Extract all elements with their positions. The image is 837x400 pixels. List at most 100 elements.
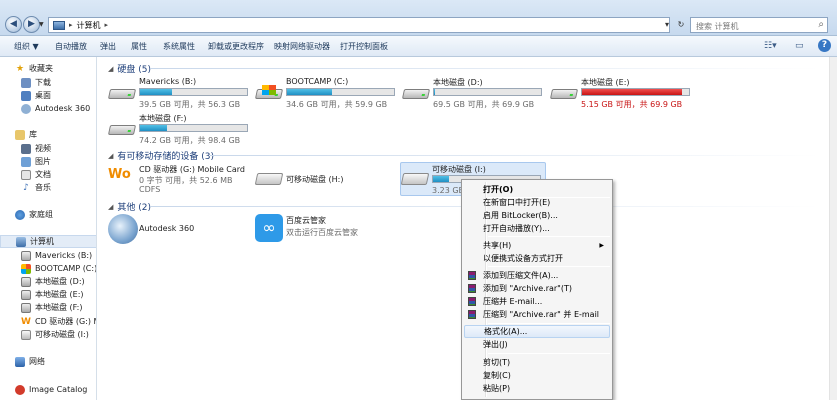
refresh-icon[interactable]: ↻	[674, 17, 688, 33]
drive-g-cd[interactable]: Wo CD 驱动器 (G:) Mobile Card 0 字节 可用，共 52.…	[108, 163, 253, 197]
windows-drive-icon	[254, 85, 284, 100]
computer-icon	[53, 20, 65, 30]
capacity-fill	[140, 125, 167, 131]
drive-e[interactable]: 本地磁盘 (E:) 5.15 GB 可用，共 69.9 GB	[549, 76, 695, 112]
hard-drive-icon	[107, 85, 137, 100]
nav-drive-e[interactable]: 本地磁盘 (E:)	[0, 288, 96, 301]
chevron-right-icon[interactable]: ▸	[69, 21, 73, 29]
group-divider	[210, 155, 820, 156]
address-field[interactable]: ▸ 计算机 ▸	[48, 17, 670, 33]
nav-videos[interactable]: 视频	[0, 142, 96, 155]
group-header-other[interactable]: ◢ 其他 (2)	[108, 200, 151, 214]
drive-b[interactable]: Mavericks (B:) 39.5 GB 可用，共 56.3 GB	[107, 76, 253, 112]
nav-image-catalog[interactable]: Image Catalog	[0, 383, 96, 396]
drive-c[interactable]: BOOTCAMP (C:) 34.6 GB 可用，共 59.9 GB	[254, 76, 400, 112]
menu-open-as-portable[interactable]: 以便携式设备方式打开	[464, 252, 610, 265]
search-icon[interactable]: ⌕	[818, 19, 824, 30]
menu-paste[interactable]: 粘贴(P)	[464, 382, 610, 395]
capacity-bar	[433, 88, 542, 96]
capacity-fill	[140, 89, 173, 95]
hard-drive-icon	[107, 121, 137, 136]
nav-drive-g[interactable]: WCD 驱动器 (G:) Mo	[0, 315, 96, 328]
winrar-icon	[468, 271, 476, 280]
uninstall-program-button[interactable]: 卸载或更改程序	[208, 41, 264, 52]
hard-drive-icon	[401, 85, 431, 100]
image-catalog-icon	[15, 384, 25, 395]
nav-drive-f[interactable]: 本地磁盘 (F:)	[0, 301, 96, 314]
hard-drive-icon	[21, 276, 31, 287]
drive-h[interactable]: 可移动磁盘 (H:)	[254, 163, 400, 197]
removable-drive-icon	[400, 173, 430, 185]
menu-add-to-archive[interactable]: 添加到压缩文件(A)...	[464, 269, 610, 282]
nav-downloads[interactable]: 下载	[0, 76, 96, 89]
nav-desktop[interactable]: 桌面	[0, 89, 96, 102]
map-network-drive-button[interactable]: 映射网络驱动器	[274, 41, 330, 52]
drive-f[interactable]: 本地磁盘 (F:) 74.2 GB 可用，共 98.4 GB	[107, 112, 253, 148]
address-dropdown-icon[interactable]: ▾	[660, 17, 674, 33]
menu-open-new-window[interactable]: 在新窗口中打开(E)	[464, 196, 610, 209]
nav-drive-d[interactable]: 本地磁盘 (D:)	[0, 275, 96, 288]
autoplay-button[interactable]: 自动播放	[55, 41, 87, 52]
nav-music[interactable]: ♪ 音乐	[0, 181, 96, 194]
group-header-hdd[interactable]: ◢ 硬盘 (5)	[108, 62, 151, 76]
nav-pictures[interactable]: 图片	[0, 155, 96, 168]
nav-libraries[interactable]: 库	[0, 128, 96, 141]
properties-button[interactable]: 属性	[131, 41, 147, 52]
capacity-fill	[582, 89, 682, 95]
nav-computer[interactable]: 计算机	[0, 235, 96, 248]
nav-autodesk-360[interactable]: Autodesk 360	[0, 102, 96, 115]
menu-compress-rar-email[interactable]: 压缩到 "Archive.rar" 并 E-mail	[464, 308, 610, 321]
nav-network[interactable]: 网络	[0, 355, 96, 368]
menu-add-to-archive-rar[interactable]: 添加到 "Archive.rar"(T)	[464, 282, 610, 295]
homegroup-icon	[15, 209, 25, 220]
search-input[interactable]: 搜索 计算机 ⌕	[690, 17, 828, 33]
cd-drive-icon: W	[21, 316, 31, 327]
network-icon	[15, 356, 25, 367]
menu-copy[interactable]: 复制(C)	[464, 369, 610, 382]
command-bar: 组织 ▼ 自动播放 弹出 属性 系统属性 卸载或更改程序 映射网络驱动器 打开控…	[0, 36, 837, 57]
forward-button[interactable]: ▶	[23, 16, 40, 33]
recent-pages-dropdown[interactable]: ▼	[39, 21, 44, 28]
preview-pane-icon[interactable]: ▭	[795, 41, 804, 51]
nav-drive-b[interactable]: Mavericks (B:)	[0, 249, 96, 262]
help-icon[interactable]: ?	[818, 39, 831, 52]
hard-drive-icon	[21, 289, 31, 300]
menu-bitlocker[interactable]: 启用 BitLocker(B)...	[464, 209, 610, 222]
menu-cut[interactable]: 剪切(T)	[464, 356, 610, 369]
capacity-bar	[581, 88, 690, 96]
organize-button[interactable]: 组织 ▼	[14, 41, 39, 52]
nav-drive-i[interactable]: 可移动磁盘 (I:)	[0, 328, 96, 341]
group-header-removable[interactable]: ◢ 有可移动存储的设备 (3)	[108, 149, 214, 163]
breadcrumb-computer[interactable]: 计算机	[77, 20, 101, 31]
nav-homegroup[interactable]: 家庭组	[0, 208, 96, 221]
view-options-icon[interactable]: ☷▾	[764, 41, 777, 51]
hard-drive-icon	[21, 302, 31, 313]
menu-format[interactable]: 格式化(A)...	[464, 325, 610, 338]
chevron-right-icon[interactable]: ▸	[105, 21, 109, 29]
submenu-arrow-icon: ▶	[599, 242, 604, 249]
music-icon: ♪	[23, 182, 29, 193]
winrar-icon	[468, 297, 476, 306]
menu-open[interactable]: 打开(O)	[464, 183, 610, 196]
menu-share[interactable]: 共享(H) ▶	[464, 239, 610, 252]
menu-compress-email[interactable]: 压缩并 E-mail...	[464, 295, 610, 308]
capacity-fill	[434, 89, 436, 95]
open-control-panel-button[interactable]: 打开控制面板	[340, 41, 388, 52]
collapse-icon[interactable]: ◢	[108, 203, 113, 211]
system-properties-button[interactable]: 系统属性	[163, 41, 195, 52]
nav-favorites[interactable]: ★ 收藏夹	[0, 62, 96, 75]
back-button[interactable]: ◀	[5, 16, 22, 33]
menu-autoplay[interactable]: 打开自动播放(Y)...	[464, 222, 610, 235]
group-divider	[150, 68, 820, 69]
autodesk-icon	[21, 103, 31, 114]
drive-d[interactable]: 本地磁盘 (D:) 69.5 GB 可用，共 69.9 GB	[401, 76, 547, 112]
nav-drive-c[interactable]: BOOTCAMP (C:)	[0, 262, 96, 275]
collapse-icon[interactable]: ◢	[108, 65, 113, 73]
eject-button[interactable]: 弹出	[100, 41, 116, 52]
collapse-icon[interactable]: ◢	[108, 152, 113, 160]
vertical-scrollbar[interactable]	[829, 57, 837, 400]
baidu-cloud-item[interactable]: ∞ 百度云管家 双击运行百度云管家	[255, 214, 400, 246]
menu-eject[interactable]: 弹出(J)	[464, 338, 610, 351]
nav-documents[interactable]: 文档	[0, 168, 96, 181]
autodesk-360-item[interactable]: Autodesk 360	[108, 214, 253, 246]
